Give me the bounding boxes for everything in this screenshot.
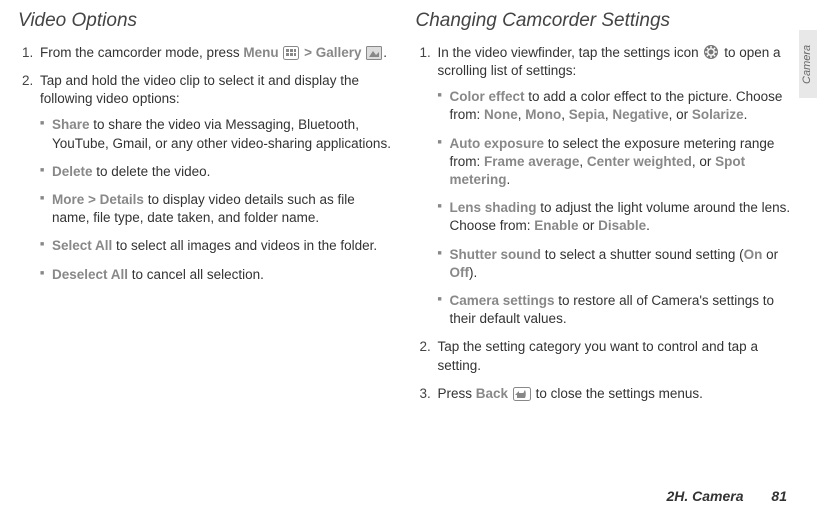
changing-camcorder-title: Changing Camcorder Settings <box>416 8 794 34</box>
side-tab: Camera <box>799 30 817 98</box>
right-column: Changing Camcorder Settings 1. In the vi… <box>416 8 794 413</box>
bullet-lens-shading: Lens shading to adjust the light volume … <box>438 199 794 235</box>
left-column: Video Options 1. From the camcorder mode… <box>18 8 396 413</box>
page-content: Video Options 1. From the camcorder mode… <box>0 0 823 423</box>
right-step-1: 1. In the video viewfinder, tap the sett… <box>416 44 794 329</box>
footer-section: 2H. Camera <box>666 488 743 504</box>
bullet-color-effect: Color effect to add a color effect to th… <box>438 88 794 124</box>
back-arrow-icon <box>513 387 531 401</box>
footer-page-number: 81 <box>771 488 787 504</box>
bullet-more-details: More > Details to display video details … <box>40 191 396 227</box>
page-footer: 2H. Camera 81 <box>666 487 787 506</box>
bullet-camera-settings: Camera settings to restore all of Camera… <box>438 292 794 328</box>
menu-grid-icon <box>283 46 299 60</box>
settings-gear-icon <box>703 44 719 60</box>
gallery-label: Gallery <box>316 45 362 60</box>
menu-label: Menu <box>243 45 278 60</box>
right-step-2: 2. Tap the setting category you want to … <box>416 338 794 374</box>
bullet-delete: Delete to delete the video. <box>40 163 396 181</box>
side-tab-label: Camera <box>801 44 816 83</box>
back-label: Back <box>476 386 508 401</box>
video-options-title: Video Options <box>18 8 396 34</box>
bullet-deselect-all: Deselect All to cancel all selection. <box>40 266 396 284</box>
bullet-shutter-sound: Shutter sound to select a shutter sound … <box>438 246 794 282</box>
left-step-1: 1. From the camcorder mode, press Menu >… <box>18 44 396 62</box>
right-step-3: 3. Press Back to close the settings menu… <box>416 385 794 403</box>
gallery-icon <box>366 46 382 60</box>
left-step-2: 2. Tap and hold the video clip to select… <box>18 72 396 284</box>
bullet-share: Share to share the video via Messaging, … <box>40 116 396 152</box>
bullet-auto-exposure: Auto exposure to select the exposure met… <box>438 135 794 190</box>
bullet-select-all: Select All to select all images and vide… <box>40 237 396 255</box>
